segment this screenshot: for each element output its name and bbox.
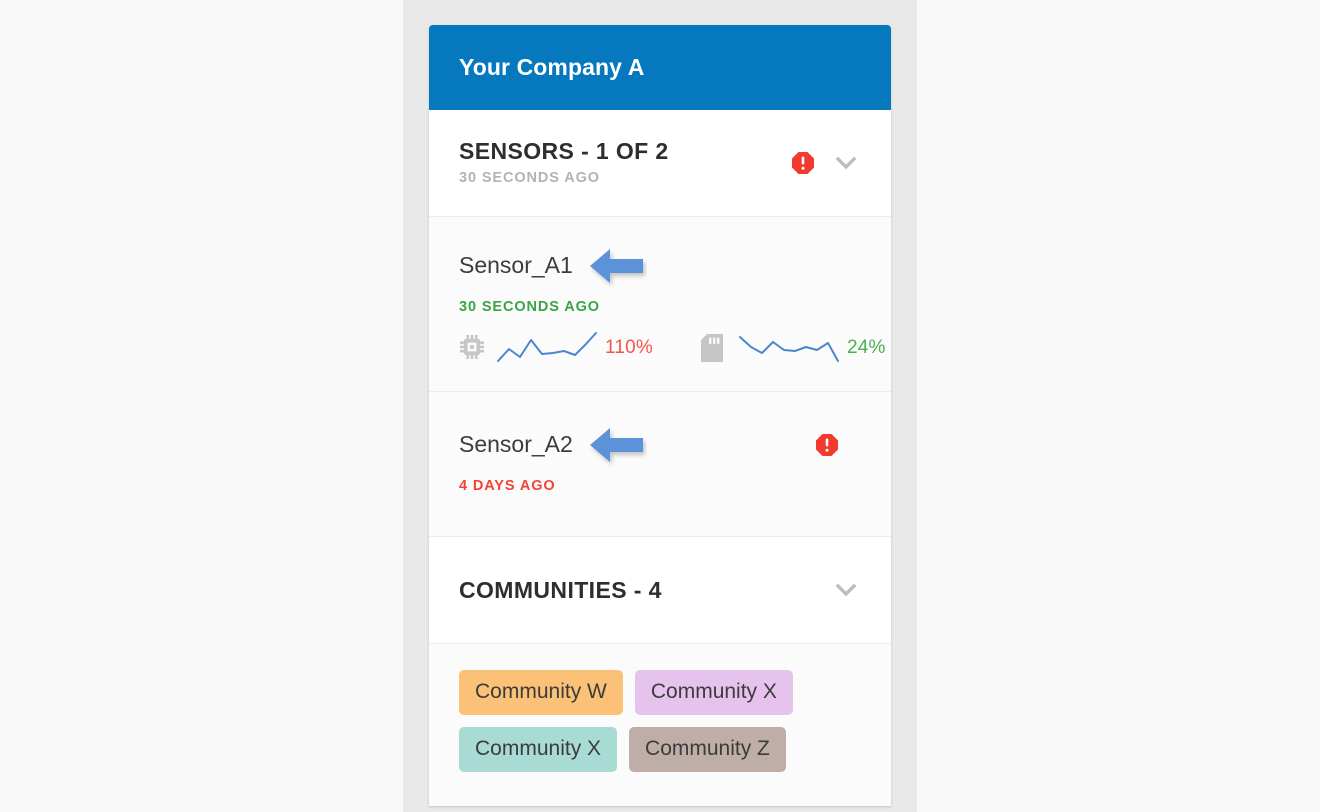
communities-group-text: COMMUNITIES - 4 — [459, 576, 662, 603]
alert-octagon-icon[interactable] — [791, 151, 815, 175]
chevron-down-icon[interactable] — [831, 148, 861, 178]
community-chip[interactable]: Community X — [634, 670, 793, 715]
community-chip[interactable]: Community Z — [629, 727, 786, 772]
sensor-row[interactable]: Sensor_A2 4 DAYS AGO — [429, 392, 891, 537]
company-card: Your Company A SENSORS - 1 OF 2 30 SECON… — [429, 25, 891, 806]
sensor-a1-metrics: 110% 24% — [459, 331, 885, 365]
metric-storage: 24% — [701, 331, 886, 365]
communities-group-header[interactable]: COMMUNITIES - 4 — [459, 537, 861, 643]
sensors-group-text: SENSORS - 1 OF 2 30 SECONDS AGO — [459, 140, 669, 186]
cpu-chip-icon — [459, 334, 485, 362]
sensor-a2-top: Sensor_A2 — [459, 422, 861, 468]
communities-section: Community W Community X Community X Comm… — [429, 644, 891, 806]
communities-group-section[interactable]: COMMUNITIES - 4 — [429, 537, 891, 644]
chevron-down-icon[interactable] — [831, 575, 861, 605]
sensors-group-subtitle: 30 SECONDS AGO — [459, 170, 600, 187]
page-root: Your Company A SENSORS - 1 OF 2 30 SECON… — [0, 0, 1320, 812]
communities-group-title: COMMUNITIES - 4 — [459, 576, 662, 603]
community-chip[interactable]: Community X — [459, 727, 618, 772]
sensors-group-header[interactable]: SENSORS - 1 OF 2 30 SECONDS AGO — [459, 110, 861, 216]
sd-card-icon — [701, 334, 727, 362]
sensor-a1-top: Sensor_A1 — [459, 243, 861, 289]
card-header: Your Company A — [429, 25, 891, 110]
sensor-timestamp: 30 SECONDS AGO — [459, 299, 600, 315]
community-chip-list: Community W Community X Community X Comm… — [459, 644, 861, 806]
storage-sparkline — [739, 331, 839, 365]
sensor-timestamp: 4 DAYS AGO — [459, 478, 556, 494]
arrow-left-icon — [587, 422, 647, 468]
sensor-row-a1[interactable]: Sensor_A1 30 SECONDS AGO 110% 24% — [459, 217, 885, 391]
sensors-group-actions — [791, 148, 861, 178]
sensor-a2-alert-wrap — [815, 433, 839, 457]
sensors-group-section[interactable]: SENSORS - 1 OF 2 30 SECONDS AGO — [429, 110, 891, 217]
sensor-a1-name-wrap: Sensor_A1 — [459, 243, 647, 289]
company-title: Your Company A — [459, 54, 645, 80]
alert-octagon-icon[interactable] — [815, 433, 839, 457]
cpu-value: 110% — [605, 337, 653, 358]
communities-group-actions — [831, 575, 861, 605]
cpu-sparkline — [497, 331, 597, 365]
sensors-group-title: SENSORS - 1 OF 2 — [459, 138, 669, 165]
arrow-left-icon — [587, 243, 647, 289]
sensor-name: Sensor_A2 — [459, 431, 573, 458]
sensor-a2-name-wrap: Sensor_A2 — [459, 422, 647, 468]
community-chip[interactable]: Community W — [459, 670, 623, 715]
storage-value: 24% — [847, 337, 886, 358]
sensor-row-a2[interactable]: Sensor_A2 4 DAYS AGO — [459, 392, 861, 536]
sensor-row[interactable]: Sensor_A1 30 SECONDS AGO 110% 24% — [429, 217, 891, 392]
metric-cpu: 110% — [459, 331, 653, 365]
sensor-name: Sensor_A1 — [459, 252, 573, 279]
